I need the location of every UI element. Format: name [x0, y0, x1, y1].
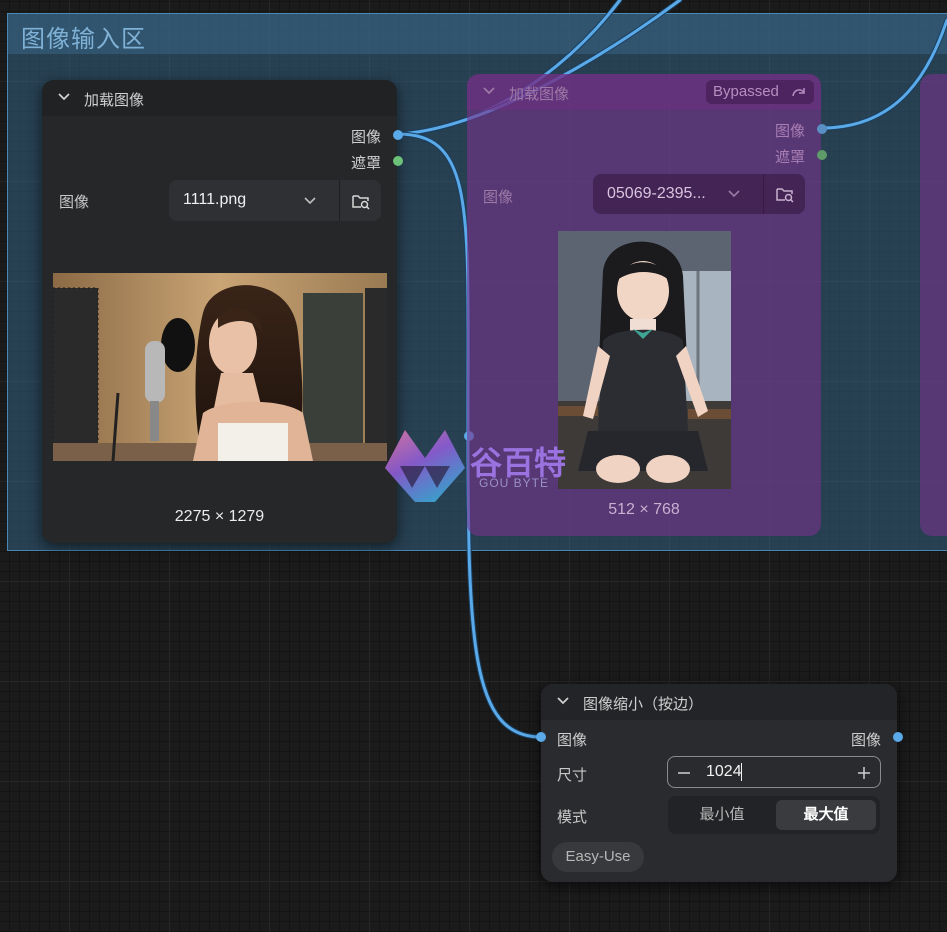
watermark-emblem: [385, 430, 465, 502]
image-resize-node[interactable]: 图像缩小（按边） 图像 图像 尺寸 1024 模式 最小值 最大值 Easy-U…: [536, 684, 903, 882]
minus-icon[interactable]: [676, 765, 692, 781]
node-header[interactable]: 加载图像 Bypassed: [467, 74, 821, 110]
image-select[interactable]: 05069-2395...: [593, 174, 805, 214]
chevron-down-icon: [304, 197, 316, 205]
node-title: 加载图像: [84, 92, 145, 109]
chevron-down-icon[interactable]: [556, 694, 570, 708]
image-widget-label: 图像: [483, 189, 514, 206]
mode-label: 模式: [557, 809, 588, 826]
size-value: 1024: [706, 763, 742, 780]
size-label: 尺寸: [557, 767, 588, 784]
output-image-socket[interactable]: [393, 130, 403, 140]
output-image-label: 图像: [774, 123, 805, 140]
output-mask-socket[interactable]: [393, 156, 403, 166]
image-select-value: 05069-2395...: [607, 185, 706, 202]
plus-icon[interactable]: [856, 765, 872, 781]
watermark-text-en: GOU BYTE: [479, 476, 550, 490]
browse-folder-button[interactable]: [339, 180, 382, 221]
folder-search-icon: [776, 188, 794, 203]
bypassed-badge[interactable]: Bypassed: [706, 80, 814, 104]
load-image-node[interactable]: 加载图像 图像 遮罩 图像 1111.png 2275 × 1279: [42, 80, 403, 543]
image-select-value: 1111.png: [183, 191, 247, 208]
input-image-label: 图像: [557, 732, 588, 749]
redo-icon: [792, 88, 805, 97]
bypassed-badge-label: Bypassed: [713, 83, 779, 100]
node-header[interactable]: 图像缩小（按边）: [541, 684, 897, 720]
chevron-down-icon[interactable]: [57, 90, 71, 104]
size-number-input[interactable]: 1024: [667, 756, 881, 788]
output-mask-socket[interactable]: [817, 150, 827, 160]
output-mask-label: 遮罩: [774, 149, 805, 166]
watermark-logo: 谷百特 GOU BYTE: [380, 428, 570, 506]
image-dimensions: 2275 × 1279: [174, 508, 265, 525]
output-image-label: 图像: [350, 129, 381, 146]
node-title: 加载图像: [509, 86, 570, 103]
image-widget-label: 图像: [59, 194, 90, 211]
chevron-down-icon: [728, 190, 740, 198]
folder-search-icon: [352, 195, 370, 210]
output-image-socket[interactable]: [817, 124, 827, 134]
browse-folder-button[interactable]: [763, 174, 806, 214]
input-image-socket[interactable]: [536, 732, 546, 742]
node-header[interactable]: 加载图像: [42, 80, 397, 116]
chevron-down-icon[interactable]: [482, 84, 496, 98]
mode-option-max[interactable]: 最大值: [776, 800, 876, 830]
node-source-tag: Easy-Use: [552, 842, 644, 872]
output-image-socket[interactable]: [893, 732, 903, 742]
image-select[interactable]: 1111.png: [169, 180, 381, 221]
image-preview: [558, 231, 731, 489]
text-cursor: [741, 763, 742, 781]
image-preview: [53, 273, 387, 461]
node-title: 图像缩小（按边）: [583, 696, 704, 713]
output-mask-label: 遮罩: [350, 155, 381, 172]
mode-toggle[interactable]: 最小值 最大值: [668, 796, 880, 834]
mode-option-min[interactable]: 最小值: [672, 800, 772, 830]
output-image-label: 图像: [850, 732, 881, 749]
